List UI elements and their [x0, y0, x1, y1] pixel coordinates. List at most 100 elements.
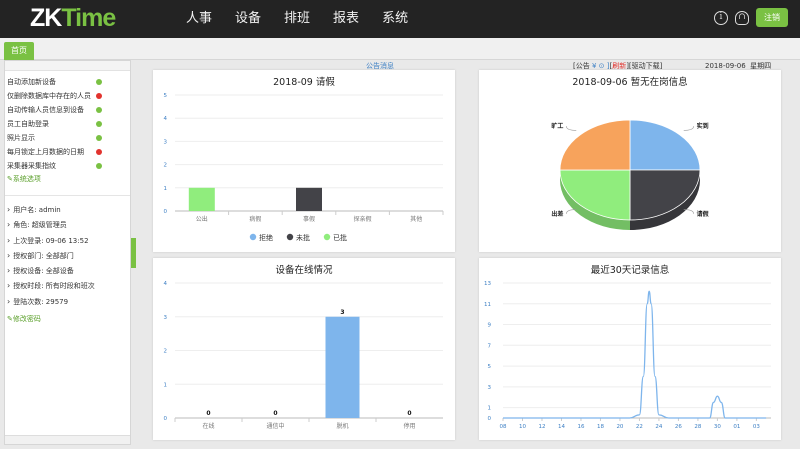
status-off-icon: [96, 149, 102, 155]
top-bar: ZKTime 人事 设备 排班 报表 系统 i ∩ 注销: [0, 0, 800, 38]
option-auto-add-device: 自动添加新设备: [5, 75, 130, 89]
change-password-link[interactable]: ✎修改密码: [5, 313, 130, 325]
y-tick-label: 1: [164, 186, 168, 192]
x-tick-label: 01: [733, 424, 740, 430]
y-tick-label: 5: [164, 93, 168, 99]
logout-button[interactable]: 注销: [756, 8, 788, 27]
x-tick-label: 通信中: [266, 422, 284, 430]
x-tick-label: 30: [714, 424, 721, 430]
pie-label: 出差: [551, 210, 563, 218]
bar: [296, 187, 322, 211]
x-tick-label: 事假: [303, 215, 315, 223]
left-panel: 自动添加新设备 仅删除数据库中存在的人员 自动传输人员信息到设备 员工自助登录 …: [4, 60, 131, 445]
system-options-list: 自动添加新设备 仅删除数据库中存在的人员 自动传输人员信息到设备 员工自助登录 …: [5, 71, 130, 185]
tab-home[interactable]: 首页: [4, 42, 34, 60]
y-tick-label: 0: [164, 416, 168, 422]
pie-label: 实到: [697, 122, 709, 130]
pie-slice: [629, 169, 701, 221]
y-tick-label: 0: [488, 416, 492, 422]
divider: [5, 195, 130, 196]
x-tick-label: 20: [616, 424, 623, 430]
x-tick-label: 28: [694, 424, 701, 430]
bar-value-label: 3: [340, 309, 344, 316]
y-tick-label: 3: [164, 315, 168, 321]
y-tick-label: 2: [164, 163, 168, 169]
y-tick-label: 1: [164, 382, 168, 388]
x-tick-label: 停用: [403, 422, 415, 430]
pie-slice: [559, 119, 631, 171]
legend-marker: [286, 233, 294, 241]
info-last-login: 上次登录: 09-06 13:52: [5, 233, 130, 248]
bar: [188, 187, 215, 211]
y-tick-label: 5: [488, 364, 492, 370]
system-options-link[interactable]: ✎系统选项: [5, 173, 130, 185]
status-on-icon: [96, 107, 102, 113]
option-photo-display: 照片显示: [5, 131, 130, 145]
nav-schedule[interactable]: 排班: [284, 0, 310, 38]
records-chart: 013579111308 10 12 14 16 18 20 22 24 26 28 30 01 03: [484, 281, 771, 430]
x-tick-label: 22: [636, 424, 643, 430]
tab-strip: 首页: [0, 38, 800, 60]
info-login-count: 登陆次数: 29579: [5, 294, 130, 309]
legend-marker: [323, 233, 331, 241]
driver-download-link[interactable]: 驱动下载: [632, 62, 660, 70]
header-tools: i ∩ 注销: [714, 8, 788, 27]
x-tick-label: 12: [538, 424, 545, 430]
pie-slice: [559, 169, 631, 221]
onduty-pie-chart: 实到请假 出差 旷工: [551, 119, 710, 230]
legend-marker: [249, 233, 257, 241]
horizontal-scrollbar[interactable]: [5, 435, 130, 444]
status-on-icon: [96, 135, 102, 141]
device-chart: 0 1 2 3 4 在线 0 通信中 0 脱机 3 停用 0: [164, 281, 443, 430]
x-tick-label: 公出: [196, 215, 208, 223]
legend-label: 已批: [333, 233, 347, 242]
records-chart-card: 最近30天记录信息 0 1 3 5 7 9 11 13 08 10 12 14 16 18 20 22 24 26…: [479, 258, 781, 440]
option-delete-db-person: 仅删除数据库中存在的人员: [5, 89, 130, 103]
y-tick-label: 3: [164, 139, 168, 145]
nav-personnel[interactable]: 人事: [186, 0, 212, 38]
leave-chart-card: 2018-09 请假 0 1 2 3 4 5 公出 病假 事假 探亲假 其他 拒绝 未批 已批: [153, 70, 455, 252]
x-tick-label: 10: [519, 424, 526, 430]
x-tick-label: 03: [753, 424, 760, 430]
info-username: 用户名: admin: [5, 202, 130, 217]
pie-label: 旷工: [551, 122, 563, 130]
bar-value-label: 0: [206, 410, 210, 417]
info-auth-dept: 授权部门: 全部部门: [5, 248, 130, 263]
x-tick-label: 探亲假: [354, 215, 372, 223]
y-tick-label: 11: [484, 302, 491, 308]
info-auth-time: 授权时段: 所有时段和班次: [5, 278, 130, 293]
bar: [325, 316, 360, 418]
pie-leader-line: [566, 126, 577, 131]
refresh-link[interactable]: 刷新: [612, 62, 626, 70]
panel-collapse-handle[interactable]: [131, 238, 136, 268]
nav-device[interactable]: 设备: [235, 0, 261, 38]
legend-label: 拒绝: [259, 233, 273, 242]
y-tick-label: 4: [164, 116, 168, 122]
user-info: 用户名: admin 角色: 超级管理员 上次登录: 09-06 13:52 授…: [5, 202, 130, 309]
option-auto-transfer: 自动传输人员信息到设备: [5, 103, 130, 117]
info-icon[interactable]: i: [714, 10, 728, 25]
x-tick-label: 26: [675, 424, 682, 430]
y-tick-label: 0: [164, 209, 168, 215]
pie-leader-line: [683, 126, 694, 131]
app-logo[interactable]: ZKTime: [30, 4, 116, 33]
series-line: [502, 290, 767, 419]
nav-report[interactable]: 报表: [333, 0, 359, 38]
bar-value-label: 0: [407, 410, 411, 417]
nav-system[interactable]: 系统: [382, 0, 408, 38]
option-self-login: 员工自助登录: [5, 117, 130, 131]
status-on-icon: [96, 121, 102, 127]
y-tick-label: 1: [488, 406, 492, 412]
notice-toggle-icon[interactable]: ¥ ⊙ ]: [592, 62, 610, 70]
x-tick-label: 其他: [410, 215, 422, 223]
x-tick-label: 14: [558, 424, 565, 430]
option-collect-fp: 采集器采集指纹: [5, 159, 130, 173]
bar-value-label: 0: [273, 410, 277, 417]
y-tick-label: 2: [164, 349, 168, 355]
x-tick-label: 24: [655, 424, 662, 430]
y-tick-label: 4: [164, 281, 168, 287]
info-role: 角色: 超级管理员: [5, 217, 130, 232]
y-tick-label: 3: [488, 385, 492, 391]
status-on-icon: [96, 163, 102, 169]
headset-icon[interactable]: ∩: [735, 10, 749, 25]
